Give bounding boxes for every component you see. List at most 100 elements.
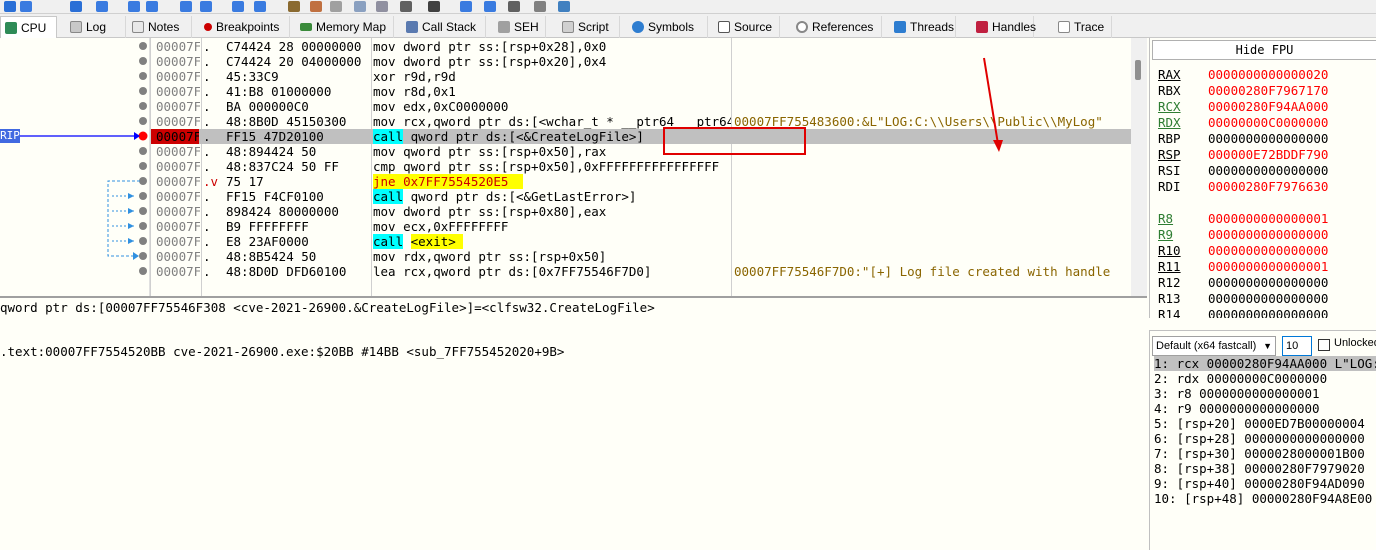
- row-bytes: 48:8B5424 50: [226, 249, 317, 264]
- labels-icon[interactable]: [354, 1, 366, 12]
- tab-log[interactable]: Log: [66, 16, 126, 38]
- register-row[interactable]: R13 0000000000000000: [1158, 291, 1328, 307]
- register-row[interactable]: R8 0000000000000001: [1158, 211, 1328, 227]
- tab-call-stack[interactable]: Call Stack: [402, 16, 486, 38]
- tab-handles[interactable]: Handles: [972, 16, 1036, 38]
- run-icon[interactable]: [4, 1, 16, 12]
- call-stack-icon: [406, 21, 418, 33]
- arg-count-spinbox[interactable]: 10: [1282, 336, 1312, 356]
- arg-row[interactable]: 4: r9 0000000000000000: [1154, 401, 1376, 416]
- register-row[interactable]: R14 0000000000000000: [1158, 307, 1328, 318]
- execute-till-return-icon[interactable]: [232, 1, 244, 12]
- arg-row[interactable]: 1: rcx 00000280F94AA000 L"LOG:C:\: [1154, 356, 1376, 371]
- expression-icon[interactable]: [428, 1, 440, 12]
- disasm-row[interactable]: 00007FF7554520 . 48:837C24 50 FF cmp qwo…: [151, 159, 1147, 174]
- arg-row[interactable]: 10: [rsp+48] 00000280F94A8E00: [1154, 491, 1376, 506]
- row-instruction: mov edx,0xC0000000: [373, 99, 509, 114]
- arg-row[interactable]: 3: r8 0000000000000001: [1154, 386, 1376, 401]
- register-row[interactable]: R9 0000000000000000: [1158, 227, 1328, 243]
- pause-icon[interactable]: [20, 1, 32, 12]
- trace-over-icon[interactable]: [200, 1, 212, 12]
- tab-seh[interactable]: SEH: [494, 16, 546, 38]
- arg-row[interactable]: 5: [rsp+20] 0000ED7B00000004: [1154, 416, 1376, 431]
- arg-row[interactable]: 9: [rsp+40] 00000280F94AD090: [1154, 476, 1376, 491]
- source-icon: [718, 21, 730, 33]
- tab-breakpoints[interactable]: Breakpoints: [200, 16, 290, 38]
- tab-source[interactable]: Source: [714, 16, 780, 38]
- arg-row[interactable]: 7: [rsp+30] 0000028000001B00: [1154, 446, 1376, 461]
- unlocked-checkbox[interactable]: [1318, 339, 1330, 351]
- scylla-icon[interactable]: [288, 1, 300, 12]
- disasm-row[interactable]: 00007FF7554520 . E8 23AF0000 call <exit>: [151, 234, 1147, 249]
- tab-memory-map[interactable]: Memory Map: [296, 16, 394, 38]
- register-row[interactable]: RDI 00000280F7976630: [1158, 179, 1328, 195]
- toolbar: [0, 0, 1376, 14]
- row-bytes: FF15 F4CF0100: [226, 189, 324, 204]
- step-over-icon[interactable]: [146, 1, 158, 12]
- register-row[interactable]: RSI 0000000000000000: [1158, 163, 1328, 179]
- disasm-row[interactable]: 00007FF7554520 .v 75 17 jne 0x7FF7554520…: [151, 174, 1147, 189]
- register-name: RSP: [1158, 147, 1181, 162]
- trace-icon: [1058, 21, 1070, 33]
- run-to-user-icon[interactable]: [254, 1, 266, 12]
- patch-icon[interactable]: [310, 1, 322, 12]
- row-address: 00007FF7554520: [156, 189, 200, 204]
- step-into-icon[interactable]: [128, 1, 140, 12]
- arg-row[interactable]: 2: rdx 00000000C0000000: [1154, 371, 1376, 386]
- disasm-row[interactable]: 00007FF7554520 . FF15 F4CF0100 call qwor…: [151, 189, 1147, 204]
- calling-convention-select[interactable]: Default (x64 fastcall) ▼: [1152, 336, 1276, 356]
- register-row[interactable]: RBX 00000280F7967170: [1158, 83, 1328, 99]
- arg-row[interactable]: 6: [rsp+28] 0000000000000000: [1154, 431, 1376, 446]
- arg-row[interactable]: 8: [rsp+38] 00000280F7979020: [1154, 461, 1376, 476]
- disasm-row[interactable]: 00007FF7554520 . 898424 80000000 mov dwo…: [151, 204, 1147, 219]
- row-bytes: 75 17: [226, 174, 264, 189]
- disasm-row[interactable]: 00007FF7554520 . B9 FFFFFFFF mov ecx,0xF…: [151, 219, 1147, 234]
- functions-icon[interactable]: [400, 1, 412, 12]
- register-value: 00000280F7967170: [1208, 83, 1329, 98]
- row-instruction: mov dword ptr ss:[rsp+0x80],eax: [373, 204, 607, 219]
- register-row[interactable]: R10 0000000000000000: [1158, 243, 1328, 259]
- font-icon[interactable]: [508, 1, 520, 12]
- register-value: 0000000000000001: [1208, 211, 1329, 226]
- find-pattern-icon[interactable]: [484, 1, 496, 12]
- hide-fpu-button[interactable]: Hide FPU: [1152, 40, 1376, 60]
- disassembly-scrollbar[interactable]: [1131, 38, 1147, 296]
- find-icon[interactable]: [460, 1, 472, 12]
- disassembly-view[interactable]: 00007FF7554520 . C74424 28 00000000 mov …: [150, 38, 1147, 296]
- register-panel[interactable]: Hide FPU RAX 0000000000000020 RBX 00000280…: [1149, 38, 1376, 318]
- tab-script[interactable]: Script: [558, 16, 620, 38]
- tab-notes[interactable]: Notes: [128, 16, 192, 38]
- calculator-icon[interactable]: [534, 1, 546, 12]
- tab-cpu[interactable]: CPU: [0, 16, 57, 39]
- disasm-row[interactable]: 00007FF7554520 . 48:8B5424 50 mov rdx,qw…: [151, 249, 1147, 264]
- register-row[interactable]: R11 0000000000000001: [1158, 259, 1328, 275]
- help-icon[interactable]: [558, 1, 570, 12]
- register-row[interactable]: RDX 00000000C0000000: [1158, 115, 1328, 131]
- disasm-row[interactable]: 00007FF7554520 . 48:8D0D DFD60100 lea rc…: [151, 264, 1147, 279]
- row-instruction: mov dword ptr ss:[rsp+0x28],0x0: [373, 39, 607, 54]
- register-row[interactable]: RCX 00000280F94AA000: [1158, 99, 1328, 115]
- call-args-panel[interactable]: Default (x64 fastcall) ▼ 10 Unlocked 1: r…: [1149, 330, 1376, 550]
- scrollbar-thumb[interactable]: [1135, 60, 1141, 80]
- register-row[interactable]: RAX 0000000000000020: [1158, 67, 1328, 83]
- register-row[interactable]: R12 0000000000000000: [1158, 275, 1328, 291]
- tab-trace[interactable]: Trace: [1054, 16, 1112, 38]
- register-value: 00000000C0000000: [1208, 115, 1329, 130]
- jump-arrow-line: [107, 180, 140, 257]
- restart-icon[interactable]: [70, 1, 82, 12]
- bookmarks-icon[interactable]: [376, 1, 388, 12]
- register-row[interactable]: RSP 000000E72BDDF790: [1158, 147, 1328, 163]
- tab-threads[interactable]: Threads: [890, 16, 956, 38]
- step-icon[interactable]: [96, 1, 108, 12]
- row-marker: .: [203, 129, 211, 144]
- register-row[interactable]: RBP 0000000000000000: [1158, 131, 1328, 147]
- comments-icon[interactable]: [330, 1, 342, 12]
- row-bytes: C74424 28 00000000: [226, 39, 362, 54]
- disasm-row[interactable]: 00007FF7554520 . C74424 28 00000000 mov …: [151, 39, 1147, 54]
- disassembly-gutter[interactable]: RIP: [0, 38, 150, 296]
- trace-into-icon[interactable]: [180, 1, 192, 12]
- annotation-arrow-icon: [983, 57, 1003, 152]
- tab-symbols[interactable]: Symbols: [628, 16, 708, 38]
- row-comment: 00007FF75546F7D0:"[+] Log file created w…: [734, 264, 1111, 279]
- tab-references[interactable]: References: [792, 16, 882, 38]
